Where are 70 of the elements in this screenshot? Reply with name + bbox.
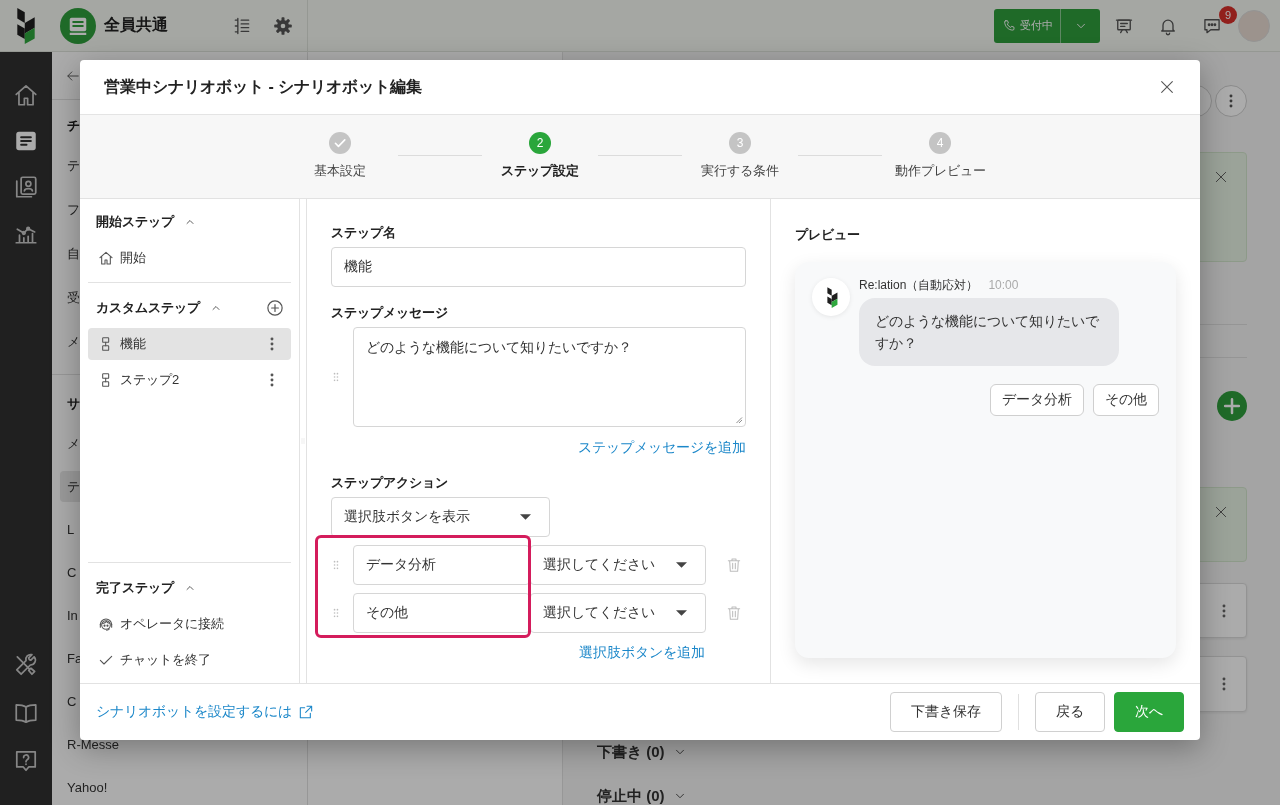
step-item[interactable]: チャットを終了 xyxy=(88,644,291,676)
section-title: チ xyxy=(66,117,81,135)
close-icon[interactable] xyxy=(1159,79,1175,95)
step-item[interactable]: ステップ2 xyxy=(88,364,291,396)
step-number: 2 xyxy=(529,132,551,154)
group-title[interactable]: 停止中 (0) xyxy=(597,787,665,805)
section-title: 完了ステップ xyxy=(96,579,174,597)
caret-icon xyxy=(676,610,687,616)
choice-chip[interactable]: データ分析 xyxy=(990,384,1084,416)
add-message-link[interactable]: ステップメッセージを追加 xyxy=(578,439,746,455)
workspace-icon[interactable] xyxy=(60,7,96,44)
sender-name: Re:lation（自動応対） xyxy=(859,277,979,293)
contacts-icon[interactable] xyxy=(13,174,39,200)
step-item[interactable]: オペレータに接続 xyxy=(88,608,291,640)
add-circle-icon[interactable] xyxy=(266,299,284,317)
channel-item[interactable]: Yahoo! xyxy=(60,772,299,803)
message-bubble: どのような機能について知りたいですか？ xyxy=(859,298,1119,366)
tree-icon[interactable] xyxy=(232,15,252,36)
drag-handle-icon[interactable] xyxy=(331,370,341,384)
field-label: ステップメッセージ xyxy=(331,305,449,321)
phone-icon xyxy=(1001,18,1016,33)
step-number: 4 xyxy=(929,132,951,154)
drag-handle-icon[interactable] xyxy=(331,558,341,572)
drag-handle-icon[interactable] xyxy=(331,606,341,620)
resize-grip-icon[interactable] xyxy=(733,414,743,424)
section-title: カスタムステップ xyxy=(96,299,200,317)
tools-icon[interactable] xyxy=(13,652,39,678)
save-draft-button[interactable]: 下書き保存 xyxy=(890,692,1002,732)
operator-icon xyxy=(98,616,114,632)
dialog-title: 営業中シナリオボット - シナリオボット編集 xyxy=(104,76,423,97)
external-link-icon xyxy=(298,704,314,720)
bot-avatar-icon xyxy=(812,278,850,316)
action-type-select[interactable]: 選択肢ボタンを表示 xyxy=(331,497,550,537)
help-link[interactable]: シナリオボットを設定するには xyxy=(96,703,314,721)
choice-text-field[interactable]: データ分析 xyxy=(353,545,530,585)
status-dropdown-button[interactable] xyxy=(1060,8,1100,43)
message-time: 10:00 xyxy=(988,277,1019,293)
home-icon xyxy=(98,250,114,266)
group-title[interactable]: 下書き (0) xyxy=(597,743,665,761)
step-label: 動作プレビュー xyxy=(894,162,986,180)
step-item[interactable]: 開始 xyxy=(88,242,291,274)
settings-icon[interactable] xyxy=(273,15,293,36)
section-title: サ xyxy=(66,395,81,413)
step-label: 基本設定 xyxy=(314,162,366,180)
step-item[interactable]: 機能 xyxy=(88,328,291,360)
logo-icon[interactable] xyxy=(17,7,35,44)
close-icon[interactable] xyxy=(1214,170,1228,184)
back-arrow-icon[interactable] xyxy=(66,68,80,83)
choice-text-field[interactable]: その他 xyxy=(353,593,530,633)
add-choice-link[interactable]: 選択肢ボタンを追加 xyxy=(579,644,705,660)
section-title: 開始ステップ xyxy=(96,213,174,231)
add-icon[interactable] xyxy=(1217,391,1247,421)
workspace-name: 全員共通 xyxy=(104,15,168,35)
step-label: 実行する条件 xyxy=(701,162,779,180)
back-button[interactable]: 戻る xyxy=(1035,692,1105,732)
step-number: 3 xyxy=(729,132,751,154)
step-name-field[interactable]: 機能 xyxy=(331,247,746,287)
close-icon[interactable] xyxy=(1214,505,1228,519)
target-step-select[interactable]: 選択してください xyxy=(530,593,706,633)
step-label: ステップ設定 xyxy=(501,162,579,180)
target-step-select[interactable]: 選択してください xyxy=(530,545,706,585)
help-icon[interactable] xyxy=(13,748,39,774)
field-label: ステップアクション xyxy=(331,475,449,491)
message-field[interactable]: どのような機能について知りたいですか？ xyxy=(353,327,746,427)
notification-badge: 9 xyxy=(1219,5,1237,24)
field-label: ステップ名 xyxy=(331,225,397,241)
choice-chip[interactable]: その他 xyxy=(1093,384,1159,416)
panel-title: プレビュー xyxy=(795,227,861,243)
caret-icon xyxy=(520,514,531,520)
home-icon[interactable] xyxy=(13,82,39,108)
